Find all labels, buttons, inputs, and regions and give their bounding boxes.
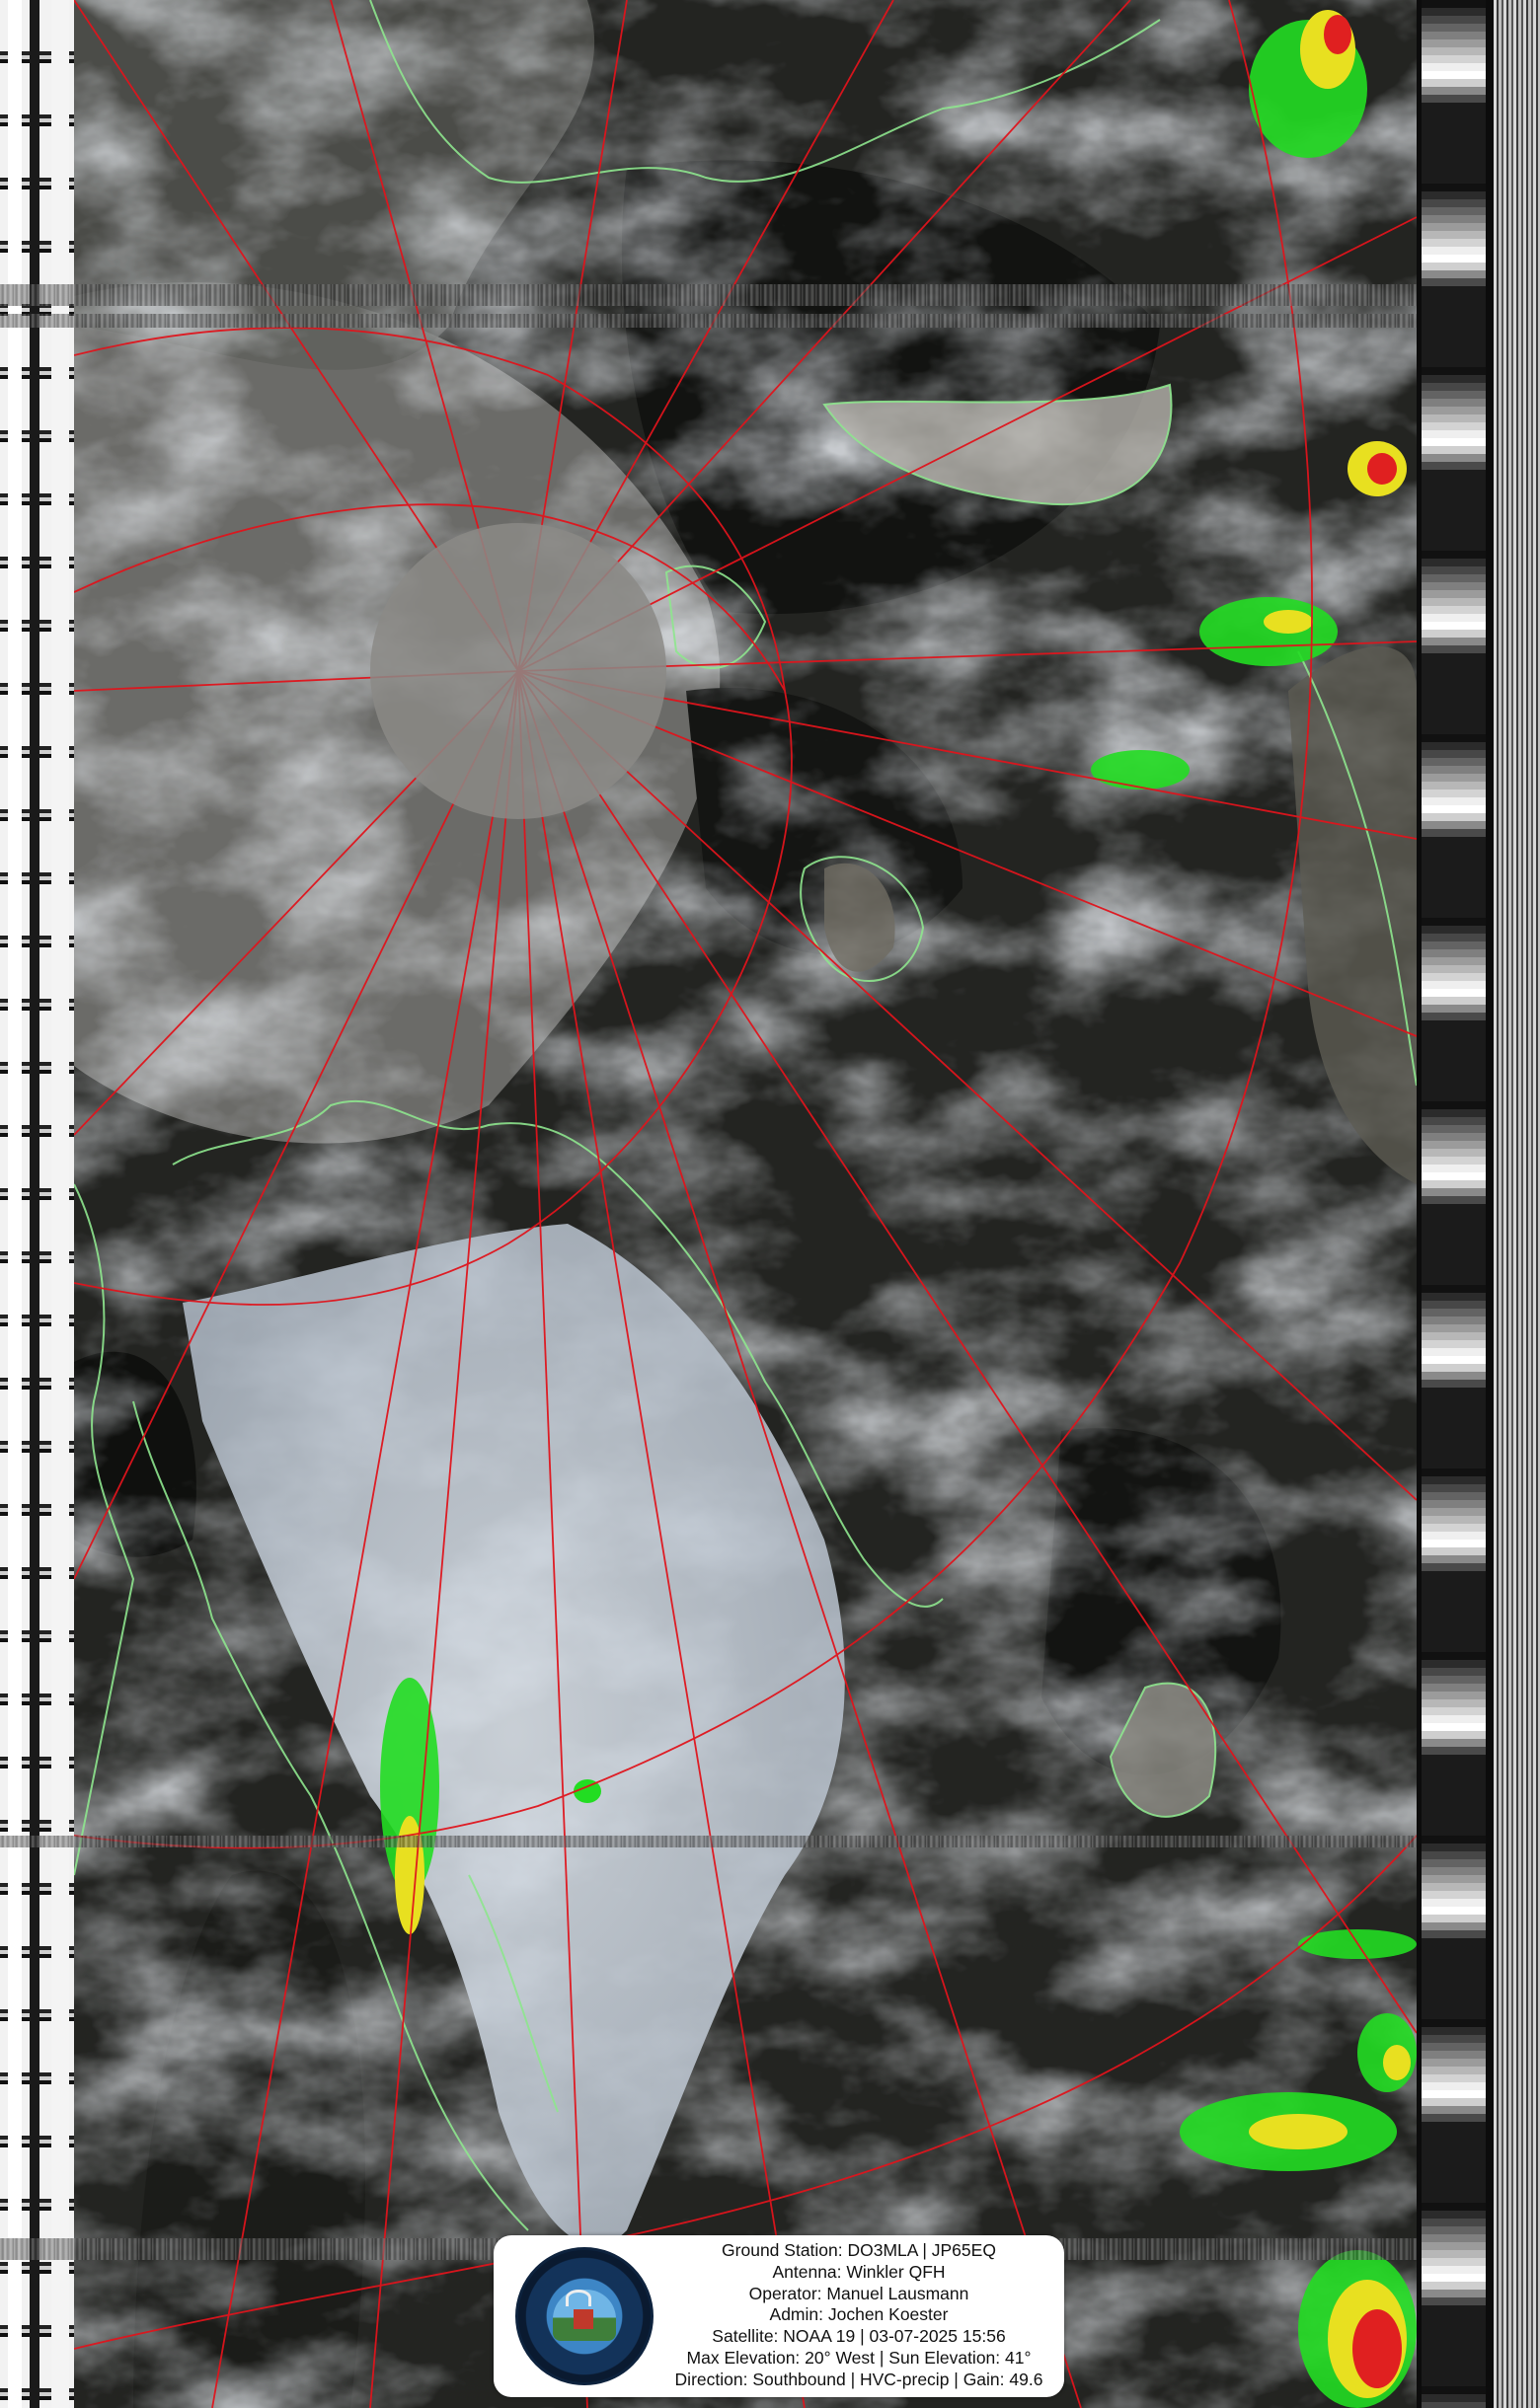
ground-station-line: Ground Station: DO3MLA | JP65EQ (722, 2240, 996, 2260)
satellite-line: Satellite: NOAA 19 | 03-07-2025 15:56 (712, 2326, 1006, 2347)
telemetry-bar (8, 0, 22, 2408)
scan-noise-line (0, 284, 1540, 306)
elevation-line: Max Elevation: 20° West | Sun Elevation:… (686, 2347, 1032, 2368)
logo-house-icon (574, 2309, 593, 2329)
satellite-map (74, 0, 1417, 2408)
antenna-line: Antenna: Winkler QFH (772, 2261, 946, 2282)
satellite-image-frame: Ground Station: DO3MLA | JP65EQ Antenna:… (0, 0, 1540, 2408)
station-info-panel: Ground Station: DO3MLA | JP65EQ Antenna:… (494, 2235, 1064, 2397)
operator-line: Operator: Manuel Lausmann (748, 2283, 969, 2303)
sync-lines (1494, 0, 1540, 2408)
telemetry-bar (51, 0, 69, 2408)
telemetry-bar (30, 0, 39, 2408)
left-telemetry-strip (0, 0, 74, 2408)
scan-noise-line (0, 1836, 1540, 1847)
direction-line: Direction: Southbound | HVC-precip | Gai… (674, 2369, 1043, 2389)
calibration-wedges (1422, 0, 1486, 2408)
right-telemetry-strip (1417, 0, 1540, 2408)
admin-line: Admin: Jochen Koester (769, 2304, 949, 2325)
station-logo (515, 2247, 654, 2385)
pole-haze (370, 523, 666, 819)
scan-noise-line (0, 314, 1540, 328)
station-info-text: Ground Station: DO3MLA | JP65EQ Antenna:… (661, 2240, 1056, 2391)
satellite-dish-icon (566, 2290, 591, 2306)
